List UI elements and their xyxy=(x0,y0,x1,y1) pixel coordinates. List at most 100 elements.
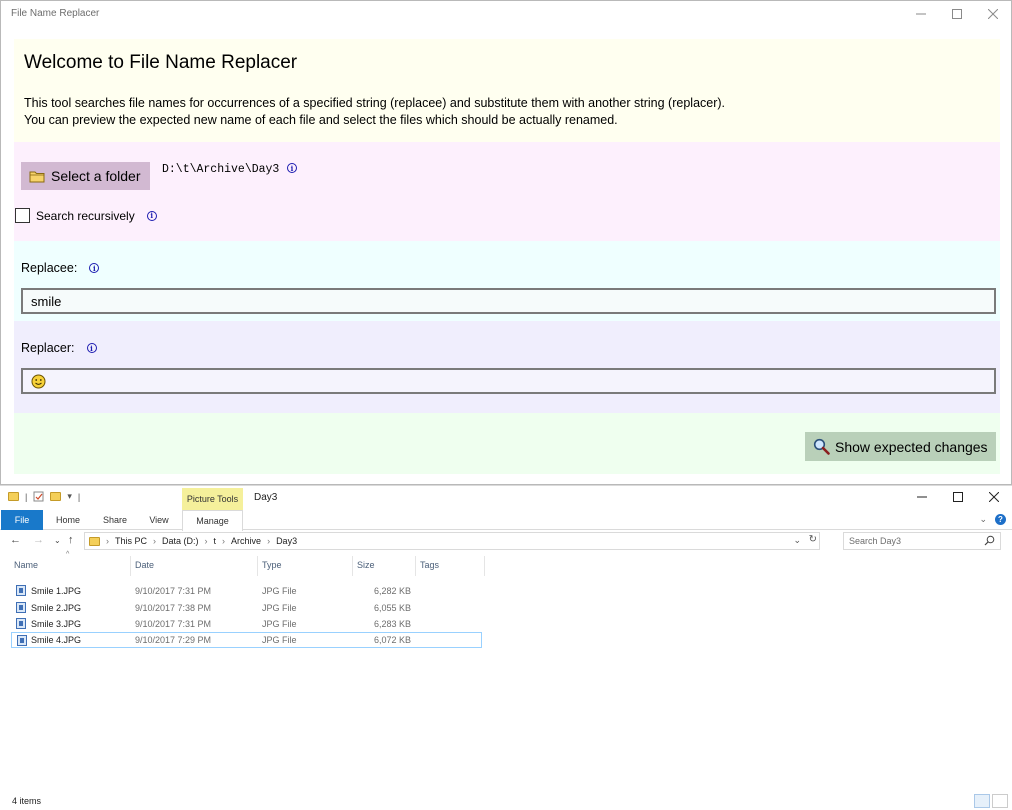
breadcrumb-separator: › xyxy=(106,536,109,546)
column-divider[interactable] xyxy=(415,556,416,576)
replacer-label-row: Replacer: i xyxy=(21,341,97,355)
properties-icon[interactable] xyxy=(33,491,44,502)
select-folder-label: Select a folder xyxy=(51,168,141,184)
expand-ribbon-icon[interactable]: ⌄ xyxy=(979,514,987,525)
column-divider[interactable] xyxy=(257,556,258,576)
explorer-window-controls xyxy=(904,485,1012,511)
separator: | xyxy=(77,491,81,502)
column-name[interactable]: Name xyxy=(14,560,38,570)
sort-ascending-icon: ^ xyxy=(66,551,70,558)
select-folder-button[interactable]: Select a folder xyxy=(21,162,150,190)
maximize-button[interactable] xyxy=(940,485,976,509)
file-row[interactable]: Smile 3.JPG 9/10/2017 7:31 PM JPG File 6… xyxy=(11,616,482,632)
back-arrow-icon[interactable]: ← xyxy=(10,534,21,546)
column-type[interactable]: Type xyxy=(262,560,282,570)
search-recursively-option[interactable]: Search recursively i xyxy=(15,208,157,223)
tab-home[interactable]: Home xyxy=(47,510,89,530)
maximize-button[interactable] xyxy=(939,1,975,27)
window-title: File Name Replacer xyxy=(11,8,100,19)
folder-icon xyxy=(29,171,45,182)
recent-locations-icon[interactable]: ⌄ xyxy=(54,536,61,545)
ribbon-right-controls: ⌄ ? xyxy=(979,514,1006,525)
folder-panel: Select a folder D:\t\Archive\Day3 i Sear… xyxy=(14,142,1000,241)
search-recursively-checkbox[interactable] xyxy=(15,208,30,223)
welcome-description-line1: This tool searches file names for occurr… xyxy=(24,96,726,110)
close-icon xyxy=(988,9,998,19)
item-count: 4 items xyxy=(12,796,42,806)
close-button[interactable] xyxy=(975,1,1011,27)
minimize-button[interactable] xyxy=(904,485,940,509)
folder-icon xyxy=(8,492,19,501)
folder-path: D:\t\Archive\Day3 xyxy=(162,163,280,176)
customize-toolbar-icon[interactable]: ▾ xyxy=(67,491,72,502)
jpg-file-icon xyxy=(16,618,26,629)
minimize-icon xyxy=(916,13,926,15)
file-date: 9/10/2017 7:38 PM xyxy=(135,603,212,613)
show-expected-changes-button[interactable]: Show expected changes xyxy=(805,432,996,461)
file-row[interactable]: Smile 1.JPG 9/10/2017 7:31 PM JPG File 6… xyxy=(11,583,482,599)
breadcrumb-this-pc[interactable]: This PC xyxy=(115,536,147,546)
file-name: Smile 3.JPG xyxy=(31,619,82,629)
breadcrumb-day3[interactable]: Day3 xyxy=(276,536,297,546)
search-input[interactable]: Search Day3 xyxy=(843,532,1001,550)
large-icons-view-icon[interactable] xyxy=(992,794,1008,808)
search-icon xyxy=(813,438,830,455)
minimize-button[interactable] xyxy=(903,1,939,27)
new-folder-icon[interactable] xyxy=(50,492,62,501)
picture-tools-label: Picture Tools xyxy=(182,488,243,510)
file-date: 9/10/2017 7:31 PM xyxy=(135,586,212,596)
minimize-icon xyxy=(917,496,927,498)
breadcrumb-data-drive[interactable]: Data (D:) xyxy=(162,536,199,546)
address-dropdown-icon[interactable]: ⌄ xyxy=(793,535,801,546)
column-size[interactable]: Size xyxy=(357,560,375,570)
info-icon[interactable]: i xyxy=(89,263,100,273)
tab-view[interactable]: View xyxy=(138,510,180,530)
file-row-selected[interactable]: Smile 4.JPG 9/10/2017 7:29 PM JPG File 6… xyxy=(11,632,482,648)
file-type: JPG File xyxy=(262,619,297,629)
tab-file[interactable]: File xyxy=(1,510,43,530)
replacee-input[interactable]: smile xyxy=(21,288,996,314)
tab-manage[interactable]: Manage xyxy=(182,510,243,531)
file-size: 6,055 KB xyxy=(374,603,412,613)
replacer-panel: Replacer: i xyxy=(14,321,1000,413)
replacee-label: Replacee: xyxy=(21,261,78,275)
column-date[interactable]: Date xyxy=(135,560,154,570)
tab-share[interactable]: Share xyxy=(94,510,136,530)
file-date: 9/10/2017 7:29 PM xyxy=(135,635,212,645)
file-size: 6,072 KB xyxy=(374,635,412,645)
breadcrumb-separator: › xyxy=(222,536,226,546)
column-header: ^ Name Date Type Size Tags xyxy=(0,551,490,576)
refresh-icon[interactable]: ↻ xyxy=(809,534,817,545)
help-icon[interactable]: ? xyxy=(995,514,1006,525)
info-icon[interactable]: i xyxy=(146,210,157,221)
welcome-heading: Welcome to File Name Replacer xyxy=(24,52,298,73)
welcome-panel: Welcome to File Name Replacer This tool … xyxy=(14,39,1000,142)
column-tags[interactable]: Tags xyxy=(420,560,439,570)
search-icon xyxy=(984,535,995,546)
replacee-label-row: Replacee: i xyxy=(21,261,100,275)
breadcrumb-archive[interactable]: Archive xyxy=(231,536,261,546)
folder-icon xyxy=(89,536,100,546)
actions-panel: Show expected changes xyxy=(14,413,1000,474)
column-divider[interactable] xyxy=(352,556,353,576)
forward-arrow-icon[interactable]: → xyxy=(33,534,44,546)
file-type: JPG File xyxy=(262,603,297,613)
file-row[interactable]: Smile 2.JPG 9/10/2017 7:38 PM JPG File 6… xyxy=(11,600,482,616)
view-toggle xyxy=(974,794,1008,808)
details-view-icon[interactable] xyxy=(974,794,990,808)
file-name: Smile 1.JPG xyxy=(31,586,82,596)
search-recursively-label: Search recursively xyxy=(36,208,135,223)
up-arrow-icon[interactable]: ↑ xyxy=(68,534,74,546)
info-icon[interactable]: i xyxy=(86,343,97,353)
column-divider[interactable] xyxy=(484,556,485,576)
status-bar: 4 items xyxy=(0,793,1012,810)
address-bar[interactable]: › This PC › Data (D:) › t › Archive › Da… xyxy=(84,532,820,550)
file-size: 6,282 KB xyxy=(374,586,412,596)
breadcrumb-t[interactable]: t xyxy=(214,536,217,546)
close-button[interactable] xyxy=(976,485,1012,509)
info-icon[interactable]: i xyxy=(287,163,297,173)
column-divider[interactable] xyxy=(130,556,131,576)
replacer-input[interactable] xyxy=(21,368,996,394)
file-name-replacer-window: File Name Replacer Welcome to File Name … xyxy=(0,0,1012,485)
quick-access-toolbar: | ▾ | xyxy=(8,491,80,502)
